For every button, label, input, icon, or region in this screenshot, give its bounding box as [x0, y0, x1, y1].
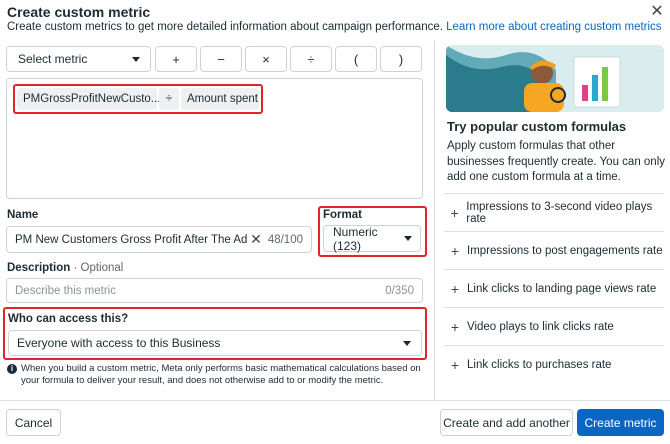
name-label: Name	[7, 209, 39, 221]
create-and-add-another-button[interactable]: Create and add another	[440, 409, 573, 436]
plus-icon: +	[450, 356, 460, 373]
subtitle-text: Create custom metrics to get more detail…	[7, 21, 443, 33]
learn-more-link[interactable]: Learn more about creating custom metrics	[446, 21, 661, 33]
popular-formula-label: Link clicks to purchases rate	[467, 358, 612, 371]
select-metric-label: Select metric	[18, 52, 88, 66]
plus-icon: +	[450, 242, 460, 259]
name-value: PM New Customers Gross Profit After The …	[15, 233, 250, 246]
popular-formula-item[interactable]: + Link clicks to purchases rate	[444, 345, 664, 383]
description-label-text: Description	[7, 262, 71, 274]
caret-down-icon	[132, 56, 140, 62]
access-label: Who can access this?	[8, 313, 129, 325]
description-placeholder: Describe this metric	[15, 284, 116, 297]
info-note-text: When you build a custom metric, Meta onl…	[21, 363, 421, 386]
cancel-button[interactable]: Cancel	[6, 409, 61, 436]
formula-chip-amount-spent[interactable]: Amount spent	[181, 88, 259, 110]
info-note: i When you build a custom metric, Meta o…	[7, 363, 423, 387]
dialog-subtitle: Create custom metrics to get more detail…	[7, 21, 662, 33]
access-dropdown[interactable]: Everyone with access to this Business	[8, 330, 422, 356]
select-metric-dropdown[interactable]: Select metric	[6, 46, 151, 72]
popular-formulas-description: Apply custom formulas that other busines…	[447, 140, 666, 183]
clear-icon[interactable]: ✕	[250, 231, 262, 248]
plus-icon: +	[450, 318, 460, 335]
vertical-divider	[434, 40, 435, 400]
description-char-count: 0/350	[385, 284, 414, 297]
footer-divider	[0, 400, 670, 401]
operator-minus-button[interactable]: −	[200, 46, 242, 72]
description-field[interactable]: Describe this metric 0/350	[6, 278, 423, 303]
plus-icon: +	[450, 280, 460, 297]
operator-plus-button[interactable]: +	[155, 46, 197, 72]
name-char-count: 48/100	[267, 233, 303, 246]
open-paren-button[interactable]: (	[335, 46, 377, 72]
format-label: Format	[323, 209, 362, 221]
operator-divide-button[interactable]: ÷	[290, 46, 332, 72]
caret-down-icon	[404, 236, 412, 241]
popular-formula-label: Link clicks to landing page views rate	[467, 282, 657, 295]
description-label: Description · Optional	[7, 262, 124, 274]
dialog-title: Create custom metric	[7, 4, 151, 20]
close-paren-button[interactable]: )	[380, 46, 422, 72]
caret-down-icon	[403, 340, 411, 346]
popular-formula-label: Impressions to 3-second video plays rate	[466, 200, 653, 225]
name-field[interactable]: PM New Customers Gross Profit After The …	[6, 226, 312, 253]
close-icon[interactable]: ✕	[648, 3, 666, 21]
popular-formula-item[interactable]: + Video plays to link clicks rate	[444, 307, 664, 345]
illustration-image	[446, 45, 664, 112]
popular-formula-item[interactable]: + Link clicks to landing page views rate	[444, 269, 664, 307]
popular-formula-label: Video plays to link clicks rate	[467, 320, 614, 333]
format-dropdown[interactable]: Numeric (123)	[323, 224, 421, 253]
plus-icon: +	[450, 204, 459, 221]
optional-tag: Optional	[80, 262, 124, 274]
access-value: Everyone with access to this Business	[17, 336, 221, 350]
operator-multiply-button[interactable]: ×	[245, 46, 287, 72]
info-icon: i	[7, 364, 17, 374]
popular-formula-item[interactable]: + Impressions to post engagements rate	[444, 231, 664, 269]
format-value: Numeric (123)	[333, 224, 378, 253]
formula-chip-operator[interactable]: ÷	[159, 88, 179, 110]
formula-chip-metric[interactable]: PMGrossProfitNewCusto...	[17, 88, 160, 110]
create-metric-button[interactable]: Create metric	[577, 409, 664, 436]
popular-formula-item[interactable]: + Impressions to 3-second video plays ra…	[444, 193, 664, 231]
popular-formulas-title: Try popular custom formulas	[447, 119, 627, 134]
popular-formula-label: Impressions to post engagements rate	[467, 244, 663, 257]
